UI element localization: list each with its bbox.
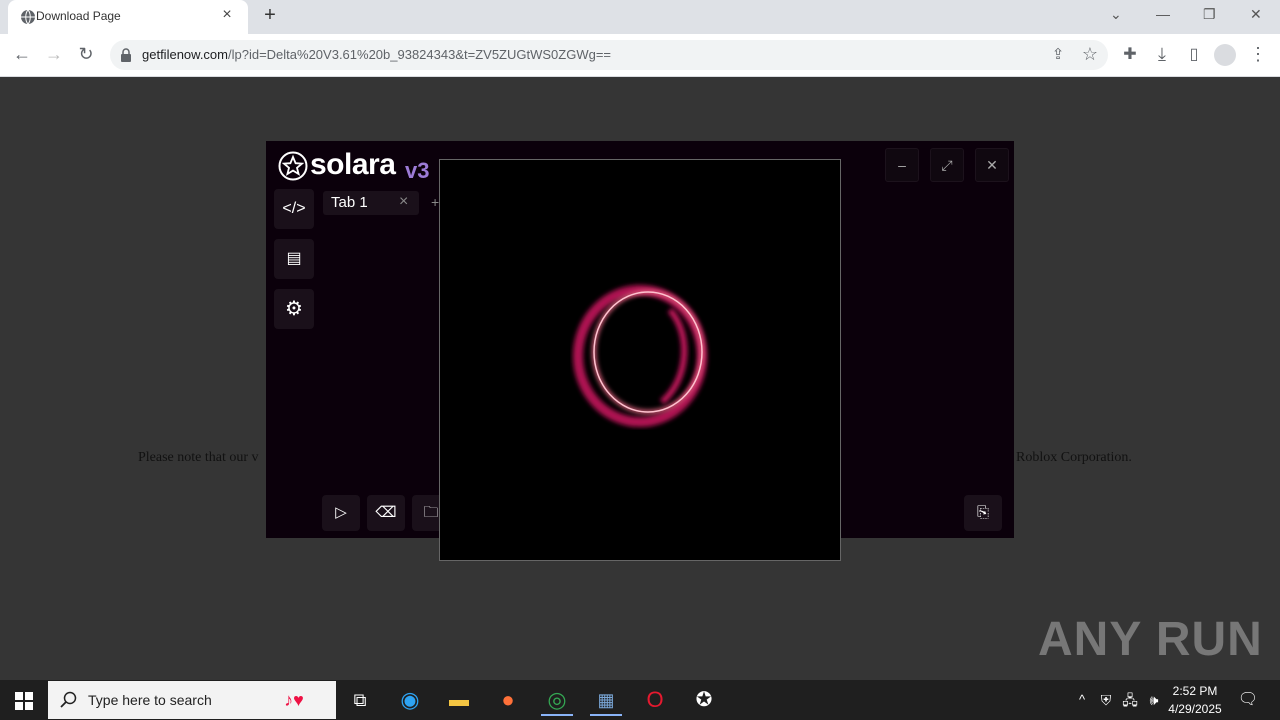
editor-tab[interactable]: Tab 1 ×	[323, 191, 419, 215]
url-host: getfilenow.com	[142, 47, 228, 62]
app-close-button[interactable]: ✕	[975, 148, 1009, 182]
execute-button[interactable]: ▷	[322, 495, 360, 531]
notice-left-text: Please note that our v	[138, 450, 259, 465]
app-version: v3	[405, 158, 430, 183]
eraser-icon: ⌫	[375, 504, 397, 521]
edge-icon[interactable]: ◉	[394, 686, 426, 714]
extensions-icon[interactable]: ✚	[1118, 44, 1142, 64]
clear-button[interactable]: ⌫	[367, 495, 405, 531]
list-icon: ▤	[286, 250, 302, 267]
anyrun-watermark: ANY RUN	[1038, 613, 1263, 666]
forward-icon[interactable]: →	[42, 44, 66, 65]
add-tab-button[interactable]: +	[431, 194, 439, 210]
new-tab-button[interactable]: +	[258, 4, 282, 27]
windows-start-icon[interactable]	[15, 692, 33, 710]
side-panel-icon[interactable]: ▯	[1182, 44, 1206, 64]
solara-taskbar-icon[interactable]: ✪	[688, 686, 720, 714]
search-placeholder: Type here to search	[88, 692, 212, 708]
opera-splash-window	[439, 159, 841, 561]
app-logo-text: solara	[310, 148, 396, 181]
notification-icon[interactable]: 🗨	[1232, 686, 1264, 714]
opera-icon[interactable]: O	[639, 686, 671, 714]
search-icon	[60, 691, 77, 708]
firefox-icon[interactable]: ●	[492, 686, 524, 714]
opera-logo-icon	[573, 285, 707, 427]
url-path: /lp?id=Delta%20V3.61%20b_93824343&t=ZV5Z…	[228, 47, 612, 62]
restore-button[interactable]: ❐	[1203, 6, 1216, 23]
notice-right-text: Roblox Corporation.	[1016, 450, 1132, 465]
editor-tab-label: Tab 1	[331, 194, 368, 211]
task-view-icon[interactable]: ⧉	[344, 686, 376, 714]
editor-button[interactable]: </>	[274, 189, 314, 229]
search-highlight-icon: ♪♥	[284, 690, 304, 710]
menu-icon[interactable]: ⋮	[1246, 44, 1270, 65]
share-icon[interactable]: ⇪	[1046, 45, 1070, 63]
folder-icon: 🗀	[423, 504, 439, 521]
installer-icon[interactable]: ▦	[590, 686, 622, 716]
star-logo-icon	[278, 151, 308, 181]
lock-icon[interactable]	[120, 48, 132, 62]
back-icon[interactable]: ←	[10, 44, 34, 65]
paperclip-icon: ⎘	[976, 504, 989, 521]
chrome-icon[interactable]: ◎	[541, 686, 573, 716]
url-text[interactable]: getfilenow.com/lp?id=Delta%20V3.61%20b_9…	[142, 47, 611, 62]
tab-title: Download Page	[36, 9, 121, 23]
app-minimize-button[interactable]: –	[885, 148, 919, 182]
file-explorer-icon[interactable]: ▬	[443, 686, 475, 714]
tab-close-button[interactable]: ×	[218, 6, 236, 24]
download-icon[interactable]: ⤓	[1150, 44, 1174, 65]
clock-date[interactable]: 4/29/2025	[1160, 702, 1230, 716]
reload-icon[interactable]: ↻	[74, 44, 98, 65]
settings-button[interactable]: ⚙	[274, 289, 314, 329]
clock-time[interactable]: 2:52 PM	[1170, 684, 1220, 698]
gear-icon: ⚙	[285, 298, 303, 320]
close-window-button[interactable]: ✕	[1250, 6, 1262, 23]
script-hub-button[interactable]: ▤	[274, 239, 314, 279]
code-icon: </>	[282, 200, 306, 217]
attach-button[interactable]: ⎘	[964, 495, 1002, 531]
page-notice: Please note that our v Roblox Corporatio…	[138, 450, 1132, 466]
tab-search-button[interactable]: ⌄	[1110, 6, 1122, 23]
minimize-button[interactable]: —	[1156, 6, 1170, 22]
play-icon: ▷	[335, 504, 347, 521]
globe-icon	[21, 9, 35, 25]
bookmark-star-icon[interactable]: ☆	[1078, 44, 1102, 65]
editor-tab-close[interactable]: ×	[399, 193, 408, 211]
app-maximize-button[interactable]: ⤢	[930, 148, 964, 182]
profile-avatar[interactable]	[1214, 44, 1236, 66]
